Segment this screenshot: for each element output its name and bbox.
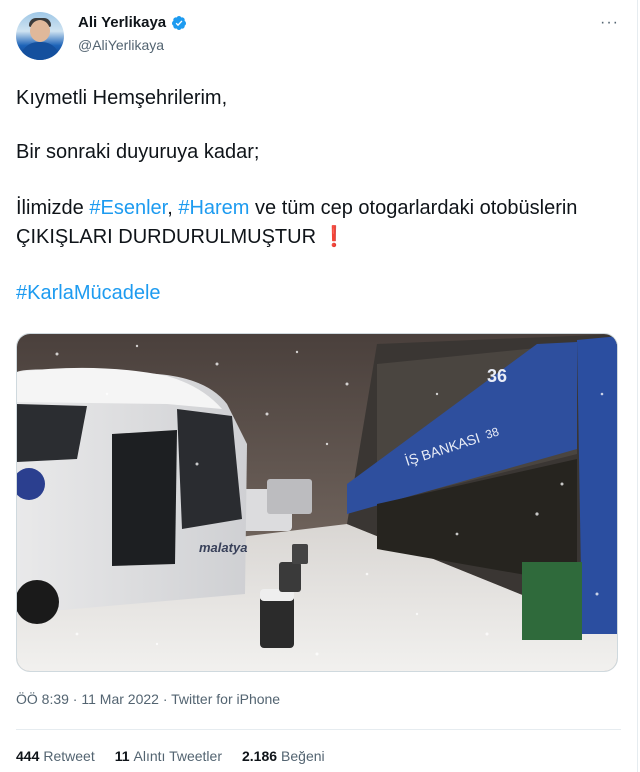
hashtag-karlamucadele[interactable]: #KarlaMücadele	[16, 282, 161, 304]
tweet-card: Ali Yerlikaya @AliYerlikaya ··· Kıymetli…	[0, 0, 638, 772]
author-name-row: Ali Yerlikaya	[78, 14, 187, 31]
announcement-prefix: İlimizde	[16, 197, 90, 219]
bus-brand-label: malatya	[199, 540, 247, 555]
tweet-time[interactable]: ÖÖ 8:39	[16, 691, 69, 707]
bollard-back	[292, 544, 308, 564]
tweet-source[interactable]: Twitter for iPhone	[171, 691, 280, 707]
far-bus	[267, 479, 312, 514]
bollard-front	[260, 596, 294, 648]
tweet-metadata: ÖÖ 8:39 · 11 Mar 2022 · Twitter for iPho…	[16, 691, 280, 707]
verified-badge-icon	[172, 15, 187, 30]
avatar[interactable]	[16, 12, 64, 60]
like-count-link[interactable]: 2.186 Beğeni	[242, 748, 325, 764]
retweet-label: Retweet	[43, 748, 95, 764]
avatar-face	[30, 20, 50, 42]
snowy-bus-station-image: 36 İŞ BANKASI 38 malatya	[17, 334, 617, 671]
bus-door	[112, 430, 177, 566]
tweet-photo[interactable]: 36 İŞ BANKASI 38 malatya	[16, 333, 618, 672]
bollard-middle	[279, 562, 301, 592]
more-options-icon[interactable]: ···	[600, 14, 619, 32]
hashtag-harem[interactable]: #Harem	[178, 197, 249, 219]
bus-side-window	[17, 404, 87, 462]
green-trash-bin	[522, 562, 582, 640]
bus-windshield	[177, 409, 242, 529]
blue-pillar	[577, 336, 617, 634]
author-display-name[interactable]: Ali Yerlikaya	[78, 14, 166, 31]
tweet-date[interactable]: 11 Mar 2022	[81, 691, 159, 707]
like-count: 2.186	[241, 748, 278, 764]
avatar-body	[20, 42, 60, 60]
quote-count: 11	[114, 748, 130, 764]
tweet-line-greeting: Kıymetli Hemşehrilerim,	[16, 87, 228, 109]
tweet-stats: 444 Retweet 11 Alıntı Tweetler 2.186 Beğeni	[16, 748, 325, 764]
retweet-count-link[interactable]: 444 Retweet	[16, 748, 95, 764]
tweet-line-notice: Bir sonraki duyuruya kadar;	[16, 141, 260, 163]
tweet-line-hashtag: #KarlaMücadele	[16, 279, 616, 308]
meta-separator-2: ·	[158, 691, 172, 707]
shop-number-label: 36	[487, 366, 507, 386]
quote-count-link[interactable]: 11 Alıntı Tweetler	[115, 748, 222, 764]
author-handle[interactable]: @AliYerlikaya	[78, 37, 164, 53]
tweet-text: Kıymetli Hemşehrilerim, Bir sonraki duyu…	[16, 84, 616, 308]
meta-separator: ·	[68, 691, 82, 707]
retweet-count: 444	[16, 748, 40, 764]
tweet-line-announcement: İlimizde #Esenler, #Harem ve tüm cep oto…	[16, 194, 616, 252]
announcement-separator: ,	[167, 197, 179, 219]
exclamation-emoji-icon: ❗	[321, 226, 347, 248]
like-label: Beğeni	[281, 748, 325, 764]
stats-divider	[16, 729, 621, 730]
quote-label: Alıntı Tweetler	[133, 748, 222, 764]
hashtag-esenler[interactable]: #Esenler	[89, 197, 167, 219]
bus-wheel	[17, 580, 59, 624]
